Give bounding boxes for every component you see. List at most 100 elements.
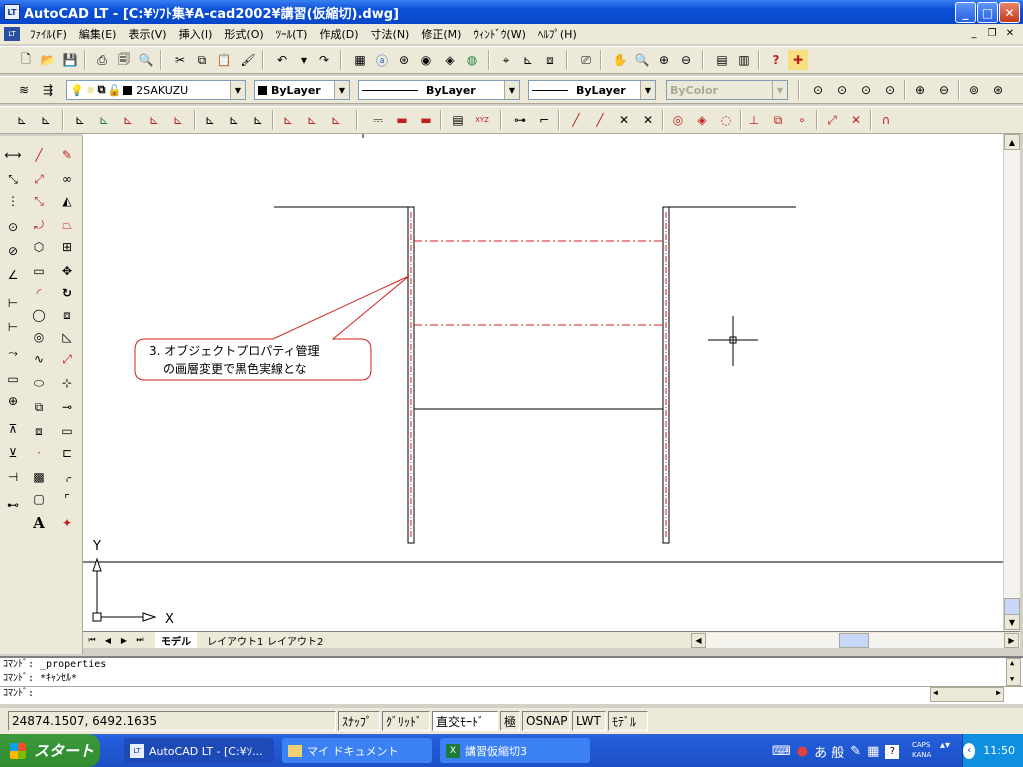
menu-window[interactable]: ｳｨﾝﾄﾞｳ(W) <box>467 26 531 42</box>
dim-override-icon[interactable]: ▬ <box>392 110 412 130</box>
snap-node-icon[interactable]: ∘ <box>792 110 812 130</box>
design-center2-icon[interactable]: ▥ <box>734 50 754 70</box>
design-center-icon[interactable]: ▦ <box>350 50 370 70</box>
hscroll-thumb[interactable] <box>839 633 869 648</box>
copy-icon[interactable]: ⧉ <box>192 50 212 70</box>
web-icon[interactable]: ◍ <box>462 50 482 70</box>
dim-ordinate-icon[interactable]: ⊾ <box>326 110 346 130</box>
browser-icon[interactable]: ◉ <box>416 50 436 70</box>
snap-intersection-icon[interactable]: ✕ <box>614 110 634 130</box>
menu-view[interactable]: 表示(V) <box>122 26 172 42</box>
command-prompt[interactable]: ｺﾏﾝﾄﾞ: <box>0 686 1023 700</box>
line-icon[interactable]: ╱ <box>28 144 50 166</box>
dim-style-icon[interactable]: ⎓ <box>368 110 388 130</box>
zoom-dynamic-icon[interactable]: ⊙ <box>832 80 852 100</box>
ucs-icon[interactable]: ⊾ <box>518 50 538 70</box>
menu-file[interactable]: ﾌｧｲﾙ(F) <box>24 26 73 42</box>
dim-aligned-v-icon[interactable]: ⤡ <box>2 168 24 190</box>
tab-layout1[interactable]: レイアウト1 <box>201 632 269 648</box>
make-current-layer-icon[interactable]: ⇶ <box>38 80 58 100</box>
zoom-out-icon[interactable]: ⊖ <box>934 80 954 100</box>
menu-insert[interactable]: 挿入(I) <box>173 26 219 42</box>
lineweight-dropdown[interactable]: ByLayer ▼ <box>528 80 656 100</box>
erase-icon[interactable]: ✎ <box>56 144 78 166</box>
command-hscroll[interactable]: ◀ ▶ <box>930 687 1004 702</box>
ime-dropdown-icon[interactable]: ▴▾ <box>940 740 954 760</box>
snap-midpoint-icon[interactable]: ╱ <box>590 110 610 130</box>
color-dropdown[interactable]: ByLayer ▼ <box>254 80 350 100</box>
zoom-realtime-icon[interactable]: 🔍 <box>632 50 652 70</box>
minimize-button[interactable]: _ <box>955 2 976 23</box>
ucs-object-icon[interactable]: ⊾ <box>94 110 114 130</box>
dim-continue-icon[interactable]: ⤳ <box>2 342 24 364</box>
ime-icon[interactable]: ● <box>797 744 808 759</box>
named-views-icon[interactable]: ⎚ <box>576 50 596 70</box>
undo-dropdown-icon[interactable]: ▾ <box>294 50 314 70</box>
explode-icon[interactable]: ✦ <box>56 512 78 534</box>
zoom-window-icon[interactable]: ⊕ <box>654 50 674 70</box>
spline-icon[interactable]: ∿ <box>28 348 50 370</box>
scroll-left-button[interactable]: ◀ <box>691 633 706 648</box>
doc-restore-button[interactable]: ❐ <box>984 26 1000 41</box>
stretch-icon[interactable]: ◺ <box>56 326 78 348</box>
snap-center-icon[interactable]: ◎ <box>668 110 688 130</box>
dim-center-icon[interactable]: ⊼ <box>2 418 24 440</box>
viewport-icon[interactable]: ⧈ <box>540 50 560 70</box>
temp-track-icon[interactable]: ⊶ <box>510 110 530 130</box>
region-icon[interactable]: ▢ <box>28 488 50 510</box>
snap-perpendicular-icon[interactable]: ⊥ <box>744 110 764 130</box>
snap-none-icon[interactable]: ✕ <box>846 110 866 130</box>
scroll-up-icon[interactable]: ▲ <box>1010 659 1014 667</box>
scroll-right-button[interactable]: ▶ <box>1004 633 1019 648</box>
dim-quick-icon[interactable]: ⊢ <box>2 292 24 314</box>
dim-linear-icon[interactable]: ⊾ <box>278 110 298 130</box>
scroll-down-button[interactable]: ▼ <box>1004 614 1020 630</box>
properties-icon[interactable]: ▤ <box>712 50 732 70</box>
fillet-icon[interactable]: ⌜ <box>56 488 78 510</box>
dim-update-v-icon[interactable]: ⊷ <box>2 494 24 516</box>
ellipse-icon[interactable]: ⬭ <box>28 372 50 394</box>
tab-model[interactable]: モデル <box>155 632 197 648</box>
break-icon[interactable]: ▭ <box>56 420 78 442</box>
trim-icon[interactable]: ⊹ <box>56 372 78 394</box>
dim-linear-v-icon[interactable]: ⟷ <box>2 144 24 166</box>
spellcheck-icon[interactable]: 🔍 <box>136 50 156 70</box>
pan-realtime-icon[interactable]: ✋ <box>610 50 630 70</box>
dim-edit-icon[interactable]: ⊻ <box>2 442 24 464</box>
dim-text-edit-icon[interactable]: ⊣ <box>2 466 24 488</box>
tab-last-button[interactable]: ⏭ <box>133 633 147 647</box>
zoom-extents-icon[interactable]: ⊛ <box>988 80 1008 100</box>
ucs-face-icon[interactable]: ⊾ <box>118 110 138 130</box>
ime-mode[interactable]: あ 般 <box>814 742 844 761</box>
internet-icon[interactable]: ⓐ <box>372 50 392 70</box>
vertical-scrollbar[interactable]: ▲ ▼ <box>1003 134 1020 631</box>
zoom-center-icon[interactable]: ⊙ <box>880 80 900 100</box>
task-excel[interactable]: X 講習仮縮切3 <box>440 738 590 763</box>
ucs-x-icon[interactable]: ⊾ <box>200 110 220 130</box>
menu-edit[interactable]: 編集(E) <box>73 26 123 42</box>
snap-insert-icon[interactable]: ⧉ <box>768 110 788 130</box>
ime-pad-icon[interactable]: ▦ <box>867 744 879 759</box>
menu-format[interactable]: 形式(O) <box>218 26 269 42</box>
ucs-z-icon[interactable]: ⊾ <box>224 110 244 130</box>
save-icon[interactable]: 💾 <box>60 50 80 70</box>
snap-tangent-icon[interactable]: ◌ <box>716 110 736 130</box>
layer-dropdown[interactable]: 💡 ☼ ⧉ 🔓 2SAKUZU ▼ <box>66 80 246 100</box>
clock[interactable]: 11:50 <box>983 744 1015 757</box>
dim-tolerance-icon[interactable]: ⊕ <box>2 390 24 412</box>
snap-quadrant-icon[interactable]: ◈ <box>692 110 712 130</box>
ucs-apply-icon[interactable]: ⊾ <box>248 110 268 130</box>
tab-next-button[interactable]: ▶ <box>117 633 131 647</box>
menu-modify[interactable]: 修正(M) <box>415 26 467 42</box>
lwt-toggle[interactable]: LWT <box>572 711 606 731</box>
doc-close-button[interactable]: ✕ <box>1002 26 1018 41</box>
zoom-window-icon[interactable]: ⊙ <box>808 80 828 100</box>
undo-icon[interactable]: ↶ <box>272 50 292 70</box>
tab-first-button[interactable]: ⏮ <box>85 633 99 647</box>
grid-toggle[interactable]: ｸﾞﾘｯﾄﾞ <box>382 711 430 731</box>
chamfer-icon[interactable]: ⌌ <box>56 466 78 488</box>
osnap-settings-icon[interactable]: ∩ <box>876 110 896 130</box>
zoom-previous-icon[interactable]: ⊖ <box>676 50 696 70</box>
circle-icon[interactable]: ◯ <box>28 304 50 326</box>
print-icon[interactable]: ⎙ <box>92 50 112 70</box>
